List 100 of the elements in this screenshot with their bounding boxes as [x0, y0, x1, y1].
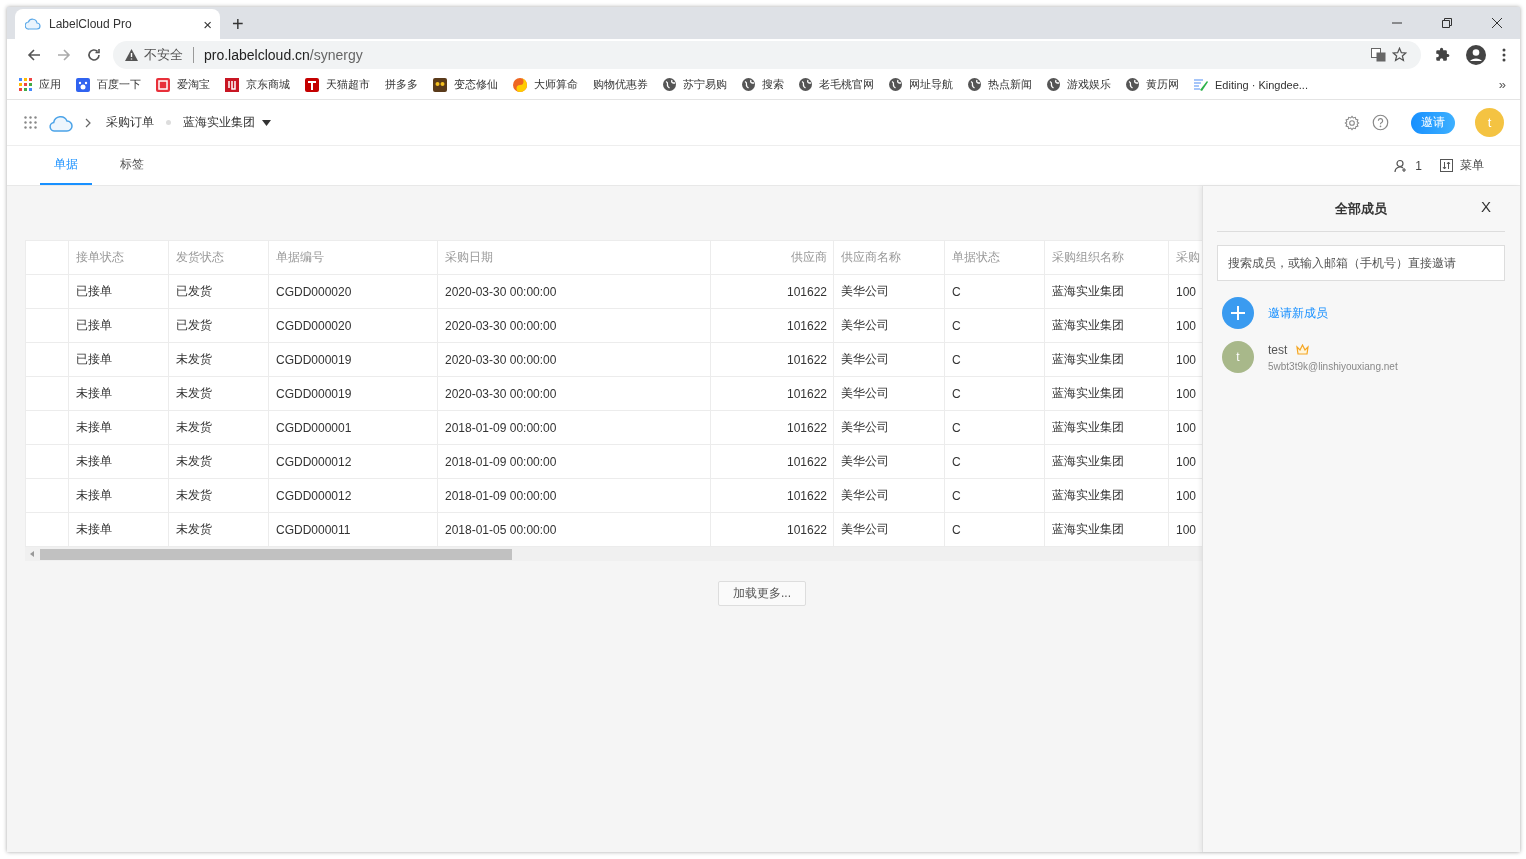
- bookmark[interactable]: 苏宁易购: [663, 77, 727, 92]
- columns-icon: [1440, 159, 1453, 172]
- members-icon: [1394, 158, 1409, 173]
- org-selector[interactable]: 蓝海实业集团: [183, 114, 271, 131]
- bookmark[interactable]: 老毛桃官网: [799, 77, 874, 92]
- table-cell: 蓝海实业集团: [1044, 410, 1169, 445]
- table-cell: 2020-03-30 00:00:00: [437, 308, 711, 343]
- table-cell: 美华公司: [833, 444, 945, 479]
- bookmark[interactable]: 黄历网: [1126, 77, 1179, 92]
- table-cell: 101622: [710, 444, 834, 479]
- browser-tab[interactable]: LabelCloud Pro ×: [15, 9, 220, 39]
- member-search-field[interactable]: 搜索成员，或输入邮箱（手机号）直接邀请: [1217, 245, 1505, 281]
- bookmark[interactable]: 百度一下: [76, 77, 141, 92]
- members-button[interactable]: 1: [1394, 146, 1422, 185]
- bookmark[interactable]: Editing · Kingdee...: [1194, 78, 1308, 91]
- bookmark[interactable]: 天猫超市: [305, 77, 370, 92]
- help-icon[interactable]: [1372, 114, 1389, 131]
- table-cell: 蓝海实业集团: [1044, 342, 1169, 377]
- edit-icon: [1194, 78, 1208, 91]
- table-cell: CGDD000020: [268, 308, 438, 343]
- table-cell: 101622: [710, 342, 834, 377]
- cloud-icon: [25, 17, 41, 31]
- table-cell: CGDD000019: [268, 376, 438, 411]
- column-header: 单据编号: [268, 240, 438, 275]
- table-cell: 未发货: [168, 512, 269, 547]
- security-label: 不安全: [144, 45, 183, 64]
- table-cell: 未发货: [168, 342, 269, 377]
- puzzle-icon[interactable]: [1435, 47, 1450, 62]
- url-text: pro.labelcloud.cn/synergy: [204, 46, 363, 63]
- table-cell: 美华公司: [833, 342, 945, 377]
- table-cell: 未接单: [68, 444, 169, 479]
- table-cell: 美华公司: [833, 274, 945, 309]
- more-bookmarks-button[interactable]: »: [1498, 77, 1506, 92]
- bookmark[interactable]: 变态修仙: [433, 77, 498, 92]
- bookmark[interactable]: 热点新闻: [968, 77, 1032, 92]
- bookmark[interactable]: 搜索: [742, 77, 784, 92]
- globe-icon: [889, 78, 902, 91]
- table-cell: 101622: [710, 376, 834, 411]
- column-header: 供应商: [710, 240, 834, 275]
- apps-grid-icon[interactable]: [24, 116, 37, 129]
- forward-icon[interactable]: [57, 47, 71, 62]
- table-cell: CGDD000019: [268, 342, 438, 377]
- globe-icon: [1126, 78, 1139, 91]
- table-cell: 蓝海实业集团: [1044, 308, 1169, 343]
- add-member-icon[interactable]: [1222, 297, 1254, 329]
- table-cell: 美华公司: [833, 410, 945, 445]
- scrollbar-thumb[interactable]: [40, 548, 512, 560]
- table-cell: CGDD000001: [268, 410, 438, 445]
- new-tab-button[interactable]: +: [232, 13, 244, 35]
- bookmark[interactable]: 网址导航: [889, 77, 953, 92]
- paw-icon: [76, 77, 90, 92]
- warning-icon: [125, 48, 138, 61]
- table-cell: 2020-03-30 00:00:00: [437, 274, 711, 309]
- globe-icon: [1047, 78, 1060, 91]
- bookmark[interactable]: 购物优惠券: [593, 77, 648, 92]
- table-cell: CGDD000020: [268, 274, 438, 309]
- bookmark[interactable]: 爱淘宝: [156, 77, 210, 92]
- yin-yang-icon: [513, 77, 527, 92]
- reload-icon[interactable]: [87, 47, 101, 62]
- table-cell: C: [944, 274, 1045, 309]
- table-cell: C: [944, 376, 1045, 411]
- address-bar[interactable]: 不安全 pro.labelcloud.cn/synergy: [113, 40, 1421, 69]
- close-panel-button[interactable]: X: [1481, 198, 1491, 215]
- star-icon[interactable]: [1392, 47, 1407, 62]
- scroll-left-icon[interactable]: [30, 551, 34, 557]
- close-icon[interactable]: [1492, 18, 1502, 28]
- restore-icon[interactable]: [1442, 18, 1452, 28]
- column-header: 单据状态: [944, 240, 1045, 275]
- apps-grid-icon: [19, 78, 32, 91]
- profile-icon[interactable]: [1466, 44, 1486, 65]
- table-cell: CGDD000011: [268, 512, 438, 547]
- table-cell: C: [944, 478, 1045, 513]
- table-cell: 已接单: [68, 342, 169, 377]
- table-cell: 101622: [710, 478, 834, 513]
- table-cell: C: [944, 410, 1045, 445]
- table-cell: 美华公司: [833, 376, 945, 411]
- more-icon[interactable]: [1502, 47, 1506, 62]
- table-cell: 2018-01-09 00:00:00: [437, 410, 711, 445]
- column-header: 发货状态: [168, 240, 269, 275]
- column-header: 接单状态: [68, 240, 169, 275]
- member-name: test: [1268, 342, 1288, 357]
- table-cell: 美华公司: [833, 478, 945, 513]
- shop-icon: [156, 77, 170, 92]
- table-cell: C: [944, 342, 1045, 377]
- bookmark[interactable]: 应用: [19, 77, 61, 92]
- load-more-button[interactable]: 加载更多...: [718, 581, 806, 606]
- table-cell: 已接单: [68, 274, 169, 309]
- bookmark[interactable]: 京东商城: [225, 77, 290, 92]
- horizontal-scrollbar[interactable]: [25, 547, 1202, 561]
- bookmark[interactable]: 大师算命: [513, 77, 578, 92]
- bookmark[interactable]: 拼多多: [385, 77, 418, 92]
- breadcrumb-link[interactable]: 采购订单: [106, 114, 154, 131]
- bookmark[interactable]: 游戏娱乐: [1047, 77, 1111, 92]
- menu-button[interactable]: 菜单: [1440, 146, 1484, 185]
- settings-icon[interactable]: [1344, 114, 1360, 131]
- translate-icon[interactable]: [1371, 47, 1386, 62]
- back-icon[interactable]: [27, 47, 41, 62]
- close-tab-button[interactable]: ×: [203, 15, 212, 33]
- table-cell: 101622: [710, 512, 834, 547]
- tab[interactable]: 标签: [106, 146, 158, 185]
